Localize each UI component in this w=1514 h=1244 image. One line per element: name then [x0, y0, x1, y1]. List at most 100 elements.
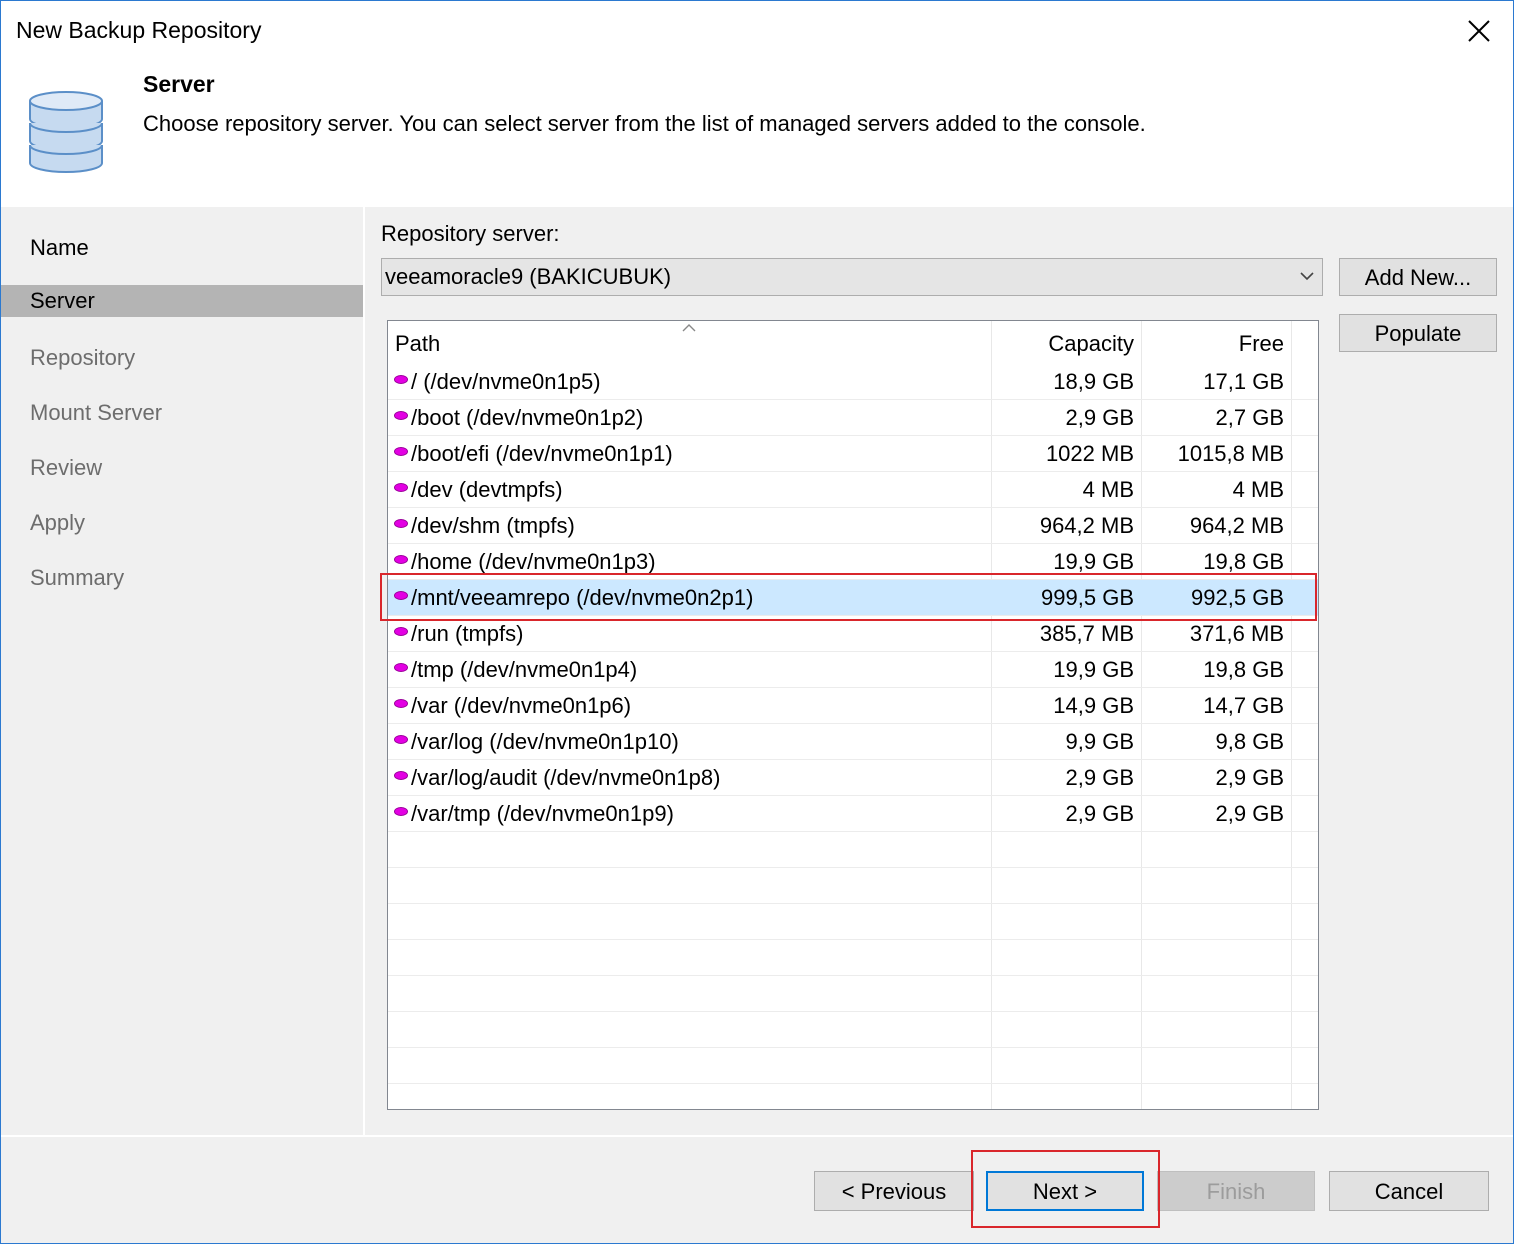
new-backup-repository-dialog: New Backup Repository Server Choose repo…	[0, 0, 1514, 1244]
table-row[interactable]: /home (/dev/nvme0n1p3) 19,9 GB 19,8 GB	[388, 544, 1318, 580]
empty-row	[388, 832, 1318, 868]
row-path: / (/dev/nvme0n1p5)	[411, 369, 601, 394]
table-row[interactable]: /var (/dev/nvme0n1p6) 14,9 GB 14,7 GB	[388, 688, 1318, 724]
window-title: New Backup Repository	[16, 17, 262, 43]
drive-icon	[394, 735, 408, 744]
row-capacity: 19,9 GB	[1053, 549, 1134, 574]
row-capacity: 2,9 GB	[1065, 405, 1134, 430]
table-row[interactable]: /boot (/dev/nvme0n1p2) 2,9 GB 2,7 GB	[388, 400, 1318, 436]
previous-button[interactable]: < Previous	[814, 1171, 974, 1211]
row-capacity: 1022 MB	[1045, 441, 1134, 466]
drive-icon	[394, 375, 408, 384]
title-bar: New Backup Repository	[1, 1, 1513, 61]
step-server[interactable]: Server	[1, 285, 363, 317]
row-free: 2,9 GB	[1215, 765, 1284, 790]
empty-row	[388, 976, 1318, 1012]
repository-server-label: Repository server:	[381, 221, 560, 246]
close-icon	[1468, 20, 1490, 42]
volumes-table[interactable]: Path Capacity Free / (/dev/nvme0n1p5) 18,…	[387, 320, 1319, 1110]
chevron-down-icon	[1300, 272, 1314, 281]
row-capacity: 9,9 GB	[1065, 729, 1134, 754]
table-row-selected[interactable]: /mnt/veeamrepo (/dev/nvme0n2p1) 999,5 GB 9…	[388, 580, 1318, 616]
row-path: /mnt/veeamrepo (/dev/nvme0n2p1)	[411, 585, 754, 610]
row-capacity: 18,9 GB	[1053, 369, 1134, 394]
row-capacity: 19,9 GB	[1053, 657, 1134, 682]
table-row[interactable]: /var/log (/dev/nvme0n1p10) 9,9 GB 9,8 GB	[388, 724, 1318, 760]
row-free: 2,9 GB	[1215, 801, 1284, 826]
row-path: /var/tmp (/dev/nvme0n1p9)	[411, 801, 674, 826]
column-header-capacity[interactable]: Capacity	[1048, 331, 1134, 357]
sort-ascending-icon	[682, 324, 696, 332]
table-row[interactable]: /var/tmp (/dev/nvme0n1p9) 2,9 GB 2,9 GB	[388, 796, 1318, 832]
populate-button[interactable]: Populate	[1339, 314, 1497, 352]
row-free: 2,7 GB	[1215, 405, 1284, 430]
step-summary: Summary	[30, 565, 125, 590]
table-header: Path Capacity Free	[388, 321, 1318, 363]
cancel-button[interactable]: Cancel	[1329, 1171, 1489, 1211]
table-row[interactable]: /boot/efi (/dev/nvme0n1p1) 1022 MB 1015,8 …	[388, 436, 1318, 472]
column-header-path[interactable]: Path	[395, 331, 440, 357]
row-free: 371,6 MB	[1189, 621, 1284, 646]
step-review: Review	[30, 455, 103, 480]
row-capacity: 385,7 MB	[1039, 621, 1134, 646]
step-name[interactable]: Name	[1, 232, 363, 264]
step-mount-server: Mount Server	[30, 400, 163, 425]
row-free: 992,5 GB	[1191, 585, 1284, 610]
row-path: /boot (/dev/nvme0n1p2)	[411, 405, 644, 430]
drive-icon	[394, 555, 408, 564]
row-capacity: 2,9 GB	[1065, 765, 1134, 790]
row-free: 964,2 MB	[1189, 513, 1284, 538]
drive-icon	[394, 807, 408, 816]
empty-row	[388, 1048, 1318, 1084]
repository-server-value: veeamoracle9 (BAKICUBUK)	[385, 264, 672, 289]
row-capacity: 4 MB	[1082, 477, 1134, 502]
drive-icon	[394, 591, 408, 600]
row-capacity: 2,9 GB	[1065, 801, 1134, 826]
table-row[interactable]: / (/dev/nvme0n1p5) 18,9 GB 17,1 GB	[388, 364, 1318, 400]
wizard-header: Server Choose repository server. You can…	[1, 61, 1513, 207]
empty-row	[388, 1012, 1318, 1048]
drive-icon	[394, 627, 408, 636]
close-button[interactable]	[1459, 13, 1499, 49]
step-repository: Repository	[30, 345, 136, 370]
drive-icon	[394, 663, 408, 672]
empty-row	[388, 868, 1318, 904]
row-free: 19,8 GB	[1203, 549, 1284, 574]
next-button[interactable]: Next >	[986, 1171, 1144, 1211]
row-path: /home (/dev/nvme0n1p3)	[411, 549, 656, 574]
row-free: 1015,8 MB	[1177, 441, 1284, 466]
row-free: 14,7 GB	[1203, 693, 1284, 718]
row-capacity: 999,5 GB	[1041, 585, 1134, 610]
empty-row	[388, 940, 1318, 976]
column-header-free[interactable]: Free	[1239, 331, 1284, 357]
step-title: Server	[143, 71, 215, 97]
table-row[interactable]: /dev (devtmpfs) 4 MB 4 MB	[388, 472, 1318, 508]
table-row[interactable]: /run (tmpfs) 385,7 MB 371,6 MB	[388, 616, 1318, 652]
row-free: 19,8 GB	[1203, 657, 1284, 682]
row-path: /var (/dev/nvme0n1p6)	[411, 693, 632, 718]
row-path: /tmp (/dev/nvme0n1p4)	[411, 657, 638, 682]
drive-icon	[394, 483, 408, 492]
row-path: /dev (devtmpfs)	[411, 477, 563, 502]
drive-icon	[394, 699, 408, 708]
repository-server-select[interactable]: veeamoracle9 (BAKICUBUK)	[381, 258, 1323, 296]
finish-button: Finish	[1157, 1171, 1315, 1211]
empty-row	[388, 904, 1318, 940]
wizard-content: Repository server: veeamoracle9 (BAKICUB…	[365, 207, 1513, 1135]
drive-icon	[394, 771, 408, 780]
row-path: /dev/shm (tmpfs)	[411, 513, 575, 538]
row-path: /boot/efi (/dev/nvme0n1p1)	[411, 441, 673, 466]
table-row[interactable]: /var/log/audit (/dev/nvme0n1p8) 2,9 GB 2,9…	[388, 760, 1318, 796]
row-free: 4 MB	[1232, 477, 1284, 502]
step-description: Choose repository server. You can select…	[143, 111, 1146, 136]
table-row[interactable]: /tmp (/dev/nvme0n1p4) 19,9 GB 19,8 GB	[388, 652, 1318, 688]
step-apply: Apply	[30, 510, 86, 535]
wizard-footer: < Previous Next > Finish Cancel	[1, 1135, 1513, 1243]
empty-row	[388, 1084, 1318, 1109]
row-capacity: 14,9 GB	[1053, 693, 1134, 718]
table-row[interactable]: /dev/shm (tmpfs) 964,2 MB 964,2 MB	[388, 508, 1318, 544]
row-path: /var/log/audit (/dev/nvme0n1p8)	[411, 765, 721, 790]
row-path: /run (tmpfs)	[411, 621, 524, 646]
add-new-button[interactable]: Add New...	[1339, 258, 1497, 296]
database-icon	[29, 91, 103, 173]
